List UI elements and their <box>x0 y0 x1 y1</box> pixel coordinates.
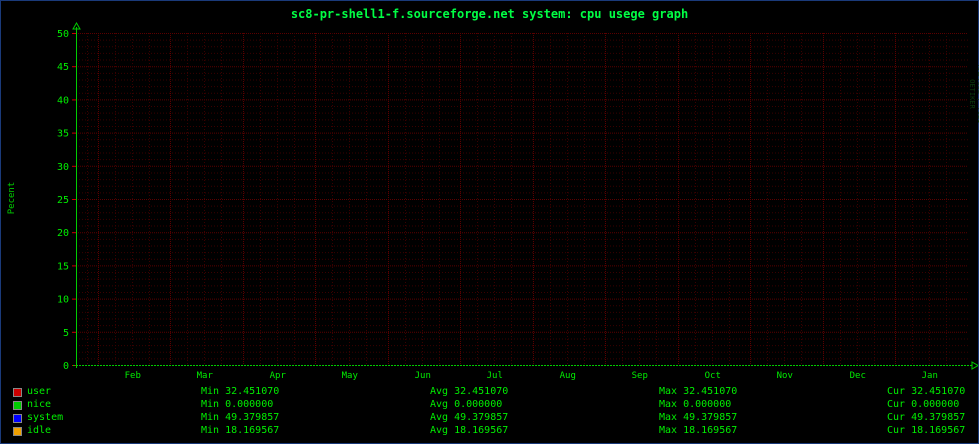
x-tick-label: Aug <box>560 371 576 381</box>
y-tick-label: 15 <box>57 261 69 272</box>
legend-cur: Cur 18.169567 <box>887 425 966 436</box>
y-tick-label: 0 <box>63 361 69 372</box>
y-tick-labels: 0 5 10 15 20 25 30 35 40 45 50 <box>57 29 69 372</box>
x-tick-label: Sep <box>632 371 648 381</box>
legend-avg: Avg 18.169567 <box>430 425 509 436</box>
legend-swatch-idle <box>13 427 22 436</box>
y-tick-label: 40 <box>57 95 69 106</box>
y-tick-label: 20 <box>57 228 69 239</box>
x-tick-label: Feb <box>125 371 141 381</box>
legend-row-user: user Min 32.451070 Avg 32.451070 Max 32.… <box>13 386 973 399</box>
legend-swatch-user <box>13 388 22 397</box>
x-tick-label: Dec <box>850 371 866 381</box>
legend-cur: Cur 49.379857 <box>887 412 966 423</box>
legend-max: Max 32.451070 <box>659 386 738 397</box>
y-tick-label: 10 <box>57 295 69 306</box>
x-tick-labels: Feb Mar Apr May Jun Jul Aug Sep Oct Nov Dec Jan <box>125 371 938 381</box>
chart-canvas: sc8-pr-shell1-f.sourceforge.net system: … <box>0 0 979 444</box>
x-axis-arrow <box>971 361 978 370</box>
x-tick-label: Oct <box>705 371 721 381</box>
x-tick-label: Mar <box>197 371 214 381</box>
x-tick-label: May <box>342 371 359 381</box>
legend-max: Max 0.000000 <box>659 399 732 410</box>
x-tick-label: Jan <box>922 371 938 381</box>
legend-row-idle: idle Min 18.169567 Avg 18.169567 Max 18.… <box>13 425 973 438</box>
legend-row-system: system Min 49.379857 Avg 49.379857 Max 4… <box>13 412 973 425</box>
y-tick-label: 25 <box>57 195 69 206</box>
grid-lines <box>76 33 968 365</box>
legend-name: system <box>27 412 64 423</box>
legend-min: Min 18.169567 <box>201 425 280 436</box>
legend-name: nice <box>27 399 52 410</box>
legend-swatch-system <box>13 414 22 423</box>
y-tick-label: 30 <box>57 162 69 173</box>
legend-min: Min 0.000000 <box>201 399 274 410</box>
legend-avg: Avg 0.000000 <box>430 399 503 410</box>
x-tick-label: Nov <box>777 371 793 381</box>
legend-max: Max 18.169567 <box>659 425 738 436</box>
legend-max: Max 49.379857 <box>659 412 738 423</box>
y-tick-label: 50 <box>57 29 69 40</box>
legend-name: idle <box>27 425 52 436</box>
plot-area: 0 5 10 15 20 25 30 35 40 45 50 Feb Mar Apr May Jun Jul A… <box>57 22 978 381</box>
legend-avg: Avg 49.379857 <box>430 412 509 423</box>
legend-min: Min 49.379857 <box>201 412 280 423</box>
x-tick-label: Jun <box>415 371 431 381</box>
y-tick-label: 5 <box>63 328 69 339</box>
legend-min: Min 32.451070 <box>201 386 280 397</box>
legend-name: user <box>27 386 52 397</box>
legend-row-nice: nice Min 0.000000 Avg 0.000000 Max 0.000… <box>13 399 973 412</box>
y-tick-label: 35 <box>57 129 69 140</box>
legend-cur: Cur 0.000000 <box>887 399 960 410</box>
y-tick-label: 45 <box>57 62 69 73</box>
legend-avg: Avg 32.451070 <box>430 386 509 397</box>
legend-swatch-nice <box>13 401 22 410</box>
x-tick-label: Apr <box>270 371 287 381</box>
legend-cur: Cur 32.451070 <box>887 386 966 397</box>
axes <box>72 22 978 370</box>
x-tick-label: Jul <box>487 371 503 381</box>
